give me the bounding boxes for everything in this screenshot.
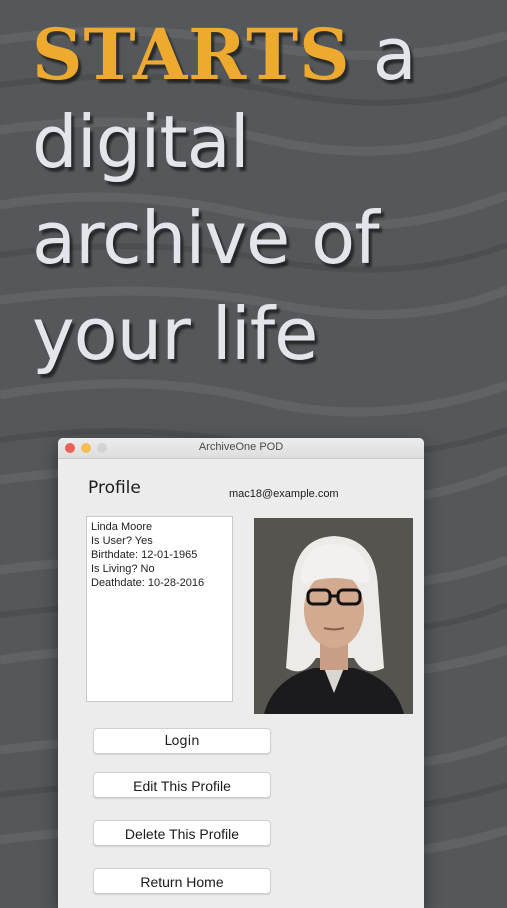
headline-line-3: archive of — [32, 196, 380, 280]
window-titlebar[interactable]: ArchiveOne POD — [58, 438, 424, 459]
profile-info-box[interactable]: Linda Moore Is User? Yes Birthdate: 12-0… — [86, 516, 233, 702]
headline-line-4: your life — [32, 292, 318, 376]
delete-profile-button[interactable]: Delete This Profile — [93, 820, 271, 846]
profile-birthdate: Birthdate: 12-01-1965 — [91, 549, 198, 561]
profile-photo — [254, 518, 413, 714]
user-email: mac18@example.com — [229, 488, 339, 500]
headline-line-1: STARTS a — [32, 18, 417, 106]
profile-name: Linda Moore — [91, 521, 153, 533]
profile-heading: Profile — [88, 478, 141, 498]
headline-line-1-rest: a — [350, 12, 417, 96]
login-button[interactable]: Login — [93, 728, 271, 754]
headline-line-2: digital — [32, 100, 250, 184]
headline-highlight: STARTS — [32, 13, 351, 96]
window-title: ArchiveOne POD — [198, 441, 284, 453]
return-home-button[interactable]: Return Home — [93, 868, 271, 894]
profile-is-user: Is User? Yes — [91, 535, 153, 547]
edit-profile-button[interactable]: Edit This Profile — [93, 772, 271, 798]
headline: STARTS a digital archive of your life — [32, 18, 417, 394]
profile-is-living: Is Living? No — [91, 563, 155, 575]
profile-deathdate: Deathdate: 10-28-2016 — [91, 577, 205, 589]
app-window: ArchiveOne POD Profile mac18@example.com… — [58, 438, 424, 908]
